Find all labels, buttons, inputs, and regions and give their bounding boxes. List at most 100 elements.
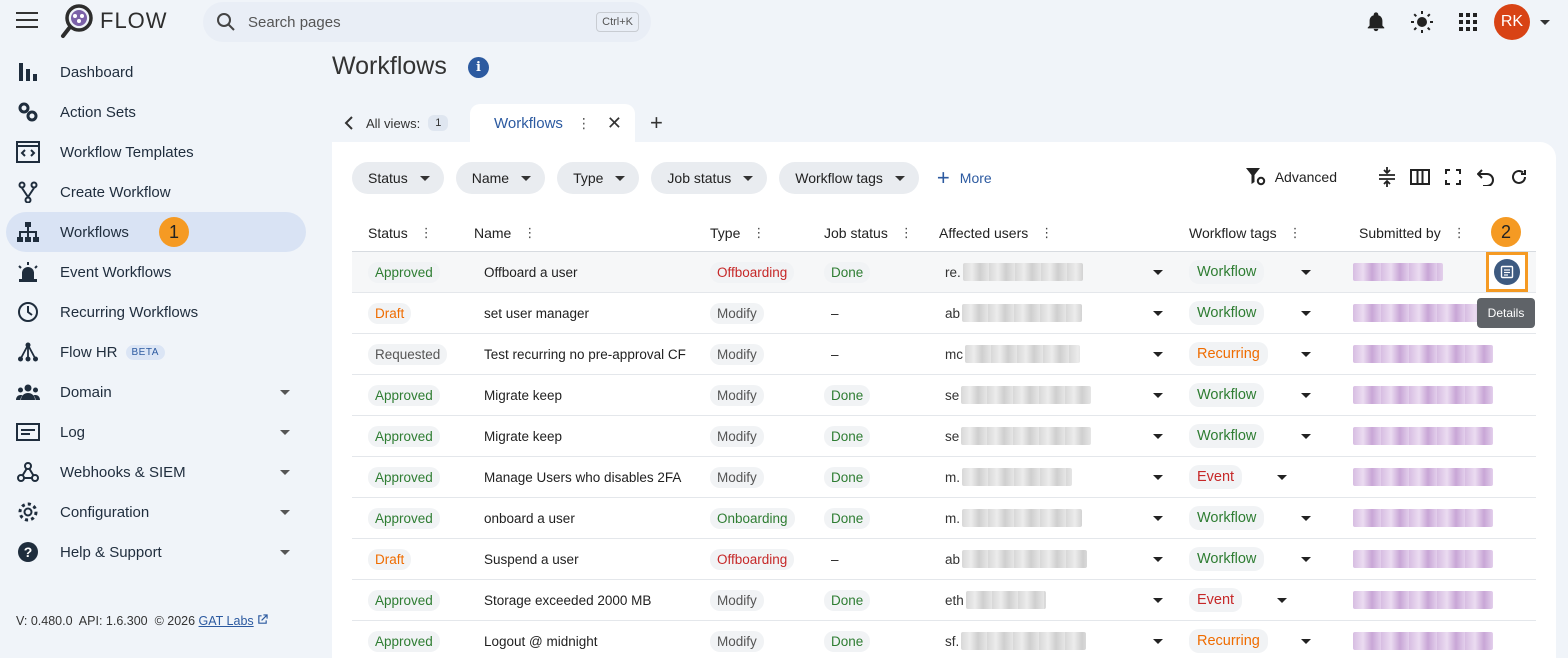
chevron-down-icon[interactable] xyxy=(280,430,290,435)
table-row[interactable]: Approved Migrate keep Modify Done se Workflow xyxy=(352,416,1536,457)
filter-chip-name[interactable]: Name xyxy=(455,162,546,194)
table-row[interactable]: Draft set user manager Modify – ab Workflow xyxy=(352,293,1536,334)
sidebar-item-flow-hr[interactable]: Flow HR BETA xyxy=(6,332,306,372)
more-filters-button[interactable]: + More xyxy=(937,165,992,191)
table-row[interactable]: Approved onboard a user Onboarding Done m. Wo… xyxy=(352,498,1536,539)
redacted-users xyxy=(961,427,1092,445)
chevron-down-icon[interactable] xyxy=(1153,269,1163,275)
column-header-status[interactable]: Status ⋮ xyxy=(352,225,458,241)
type-badge: Modify xyxy=(710,466,764,488)
chevron-down-icon[interactable] xyxy=(280,470,290,475)
chevron-down-icon[interactable] xyxy=(1277,474,1287,480)
column-menu-icon[interactable]: ⋮ xyxy=(1289,225,1302,241)
sidebar-item-event-workflows[interactable]: Event Workflows xyxy=(6,252,306,292)
filter-chip-status[interactable]: Status xyxy=(352,162,444,194)
filter-chip-job-status[interactable]: Job status xyxy=(651,162,768,194)
chevron-down-icon[interactable] xyxy=(280,510,290,515)
column-header-affected-users[interactable]: Affected users ⋮ xyxy=(923,225,1173,241)
tab-workflows[interactable]: Workflows ⋮ ✕ xyxy=(470,104,635,142)
sidebar-item-create-workflow[interactable]: Create Workflow xyxy=(6,172,306,212)
chevron-down-icon[interactable] xyxy=(1153,556,1163,562)
search-input[interactable] xyxy=(248,13,568,31)
table-row[interactable]: Draft Suspend a user Offboarding – ab Workflo… xyxy=(352,539,1536,580)
table-row[interactable]: Requested Test recurring no pre-approval … xyxy=(352,334,1536,375)
chevron-down-icon[interactable] xyxy=(1301,269,1311,275)
job-status-text: – xyxy=(831,346,839,362)
notifications-bell-icon[interactable] xyxy=(1358,4,1394,40)
info-icon[interactable]: i xyxy=(468,57,489,78)
column-header-submitted-by[interactable]: Submitted by ⋮ xyxy=(1343,225,1493,241)
sidebar-item-dashboard[interactable]: Dashboard xyxy=(6,52,306,92)
table-row[interactable]: Approved Migrate keep Modify Done se Workflow xyxy=(352,375,1536,416)
app-logo[interactable]: FLOW xyxy=(60,3,168,39)
sidebar-item-log[interactable]: Log xyxy=(6,412,306,452)
tab-more-vert-icon[interactable]: ⋮ xyxy=(577,115,591,132)
search-bar[interactable]: Ctrl+K xyxy=(203,2,651,42)
help-icon: ? xyxy=(16,540,40,564)
chevron-down-icon[interactable] xyxy=(1301,515,1311,521)
chevron-down-icon[interactable] xyxy=(1153,638,1163,644)
column-label: Submitted by xyxy=(1359,224,1441,241)
chevron-down-icon[interactable] xyxy=(1153,351,1163,357)
workflow-tag-badge: Event xyxy=(1189,588,1243,612)
theme-toggle-sun-icon[interactable] xyxy=(1404,4,1440,40)
fullscreen-icon[interactable] xyxy=(1442,166,1464,188)
column-menu-icon[interactable]: ⋮ xyxy=(1040,225,1053,241)
chevron-down-icon[interactable] xyxy=(1301,351,1311,357)
sidebar-item-recurring-workflows[interactable]: Recurring Workflows xyxy=(6,292,306,332)
chevron-down-icon[interactable] xyxy=(1301,433,1311,439)
alarm-light-icon xyxy=(16,260,40,284)
sidebar-item-configuration[interactable]: Configuration xyxy=(6,492,306,532)
chevron-down-icon[interactable] xyxy=(1153,474,1163,480)
apps-grid-icon[interactable] xyxy=(1450,4,1486,40)
column-header-job-status[interactable]: Job status ⋮ xyxy=(808,225,923,241)
company-link[interactable]: GAT Labs xyxy=(199,614,254,628)
advanced-filter-button[interactable]: Advanced xyxy=(1245,167,1337,187)
chevron-down-icon[interactable] xyxy=(280,390,290,395)
chevron-down-icon[interactable] xyxy=(1277,597,1287,603)
menu-icon[interactable] xyxy=(16,12,38,30)
column-menu-icon[interactable]: ⋮ xyxy=(900,225,913,241)
chevron-down-icon[interactable] xyxy=(1301,310,1311,316)
column-menu-icon[interactable]: ⋮ xyxy=(752,225,765,241)
density-icon[interactable] xyxy=(1376,166,1398,188)
column-menu-icon[interactable]: ⋮ xyxy=(1453,225,1466,241)
account-menu-chevron-down-icon[interactable] xyxy=(1540,19,1550,25)
table-row[interactable]: Approved Logout @ midnight Modify Done sf. Re… xyxy=(352,621,1536,658)
chevron-down-icon[interactable] xyxy=(1301,392,1311,398)
tab-close-icon[interactable]: ✕ xyxy=(607,113,622,134)
sidebar-item-workflow-templates[interactable]: Workflow Templates xyxy=(6,132,306,172)
column-header-name[interactable]: Name ⋮ xyxy=(458,225,694,241)
table-row[interactable]: Approved Offboard a user Offboarding Done re… xyxy=(352,252,1536,293)
chevron-down-icon[interactable] xyxy=(1153,392,1163,398)
filter-chip-type[interactable]: Type xyxy=(557,162,640,194)
refresh-icon[interactable] xyxy=(1508,166,1530,188)
all-views-button[interactable]: All views: 1 xyxy=(344,115,449,131)
sidebar-item-domain[interactable]: Domain xyxy=(6,372,306,412)
chevron-down-icon[interactable] xyxy=(1301,638,1311,644)
chevron-down-icon[interactable] xyxy=(1153,515,1163,521)
columns-icon[interactable] xyxy=(1409,166,1431,188)
filter-label: Job status xyxy=(667,170,732,186)
sidebar-item-workflows[interactable]: Workflows 1 xyxy=(6,212,306,252)
user-avatar[interactable]: RK xyxy=(1494,4,1530,40)
column-header-workflow-tags[interactable]: Workflow tags ⋮ xyxy=(1173,225,1343,241)
table-row[interactable]: Approved Storage exceeded 2000 MB Modify Do… xyxy=(352,580,1536,621)
undo-icon[interactable] xyxy=(1475,166,1497,188)
column-menu-icon[interactable]: ⋮ xyxy=(420,225,433,241)
status-badge: Draft xyxy=(368,302,412,324)
chevron-down-icon[interactable] xyxy=(1301,556,1311,562)
column-header-type[interactable]: Type ⋮ xyxy=(694,225,808,241)
add-view-plus-icon[interactable]: + xyxy=(650,110,663,136)
chevron-down-icon[interactable] xyxy=(1153,597,1163,603)
table-row[interactable]: Approved Manage Users who disables 2FA Mod… xyxy=(352,457,1536,498)
chevron-down-icon[interactable] xyxy=(1153,310,1163,316)
chevron-down-icon[interactable] xyxy=(280,550,290,555)
sidebar-item-webhooks-siem[interactable]: Webhooks & SIEM xyxy=(6,452,306,492)
details-button[interactable] xyxy=(1486,252,1528,292)
filter-chip-workflow-tags[interactable]: Workflow tags xyxy=(779,162,919,194)
sidebar-item-help-support[interactable]: ? Help & Support xyxy=(6,532,306,572)
sidebar-item-action-sets[interactable]: Action Sets xyxy=(6,92,306,132)
chevron-down-icon[interactable] xyxy=(1153,433,1163,439)
column-menu-icon[interactable]: ⋮ xyxy=(523,225,536,241)
